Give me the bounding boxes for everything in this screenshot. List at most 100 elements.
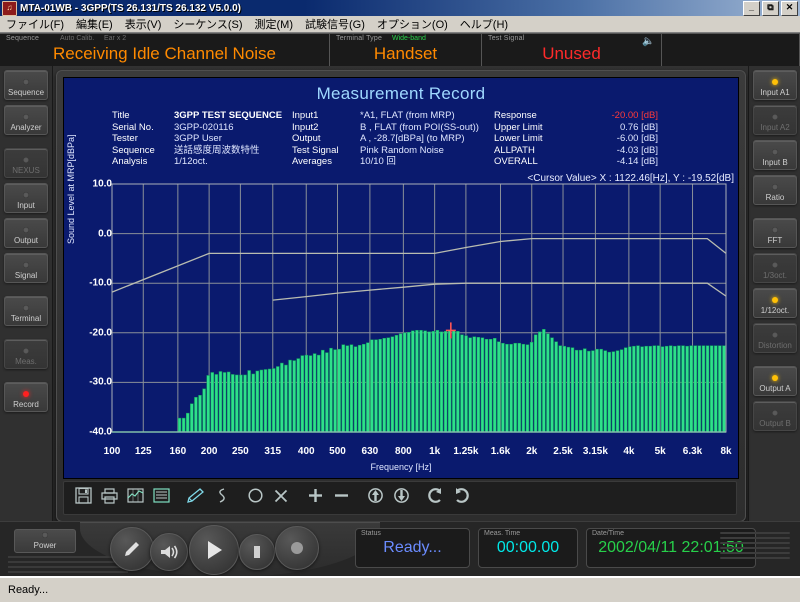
- x-axis-tick-label: 4k: [623, 446, 635, 457]
- bar: [415, 330, 419, 433]
- left-rail-button-terminal[interactable]: Terminal: [4, 296, 48, 326]
- led-indicator-icon: [772, 262, 778, 268]
- bar: [460, 334, 464, 433]
- right-rail-button-distortion[interactable]: Distortion: [753, 323, 797, 353]
- plot-canvas[interactable]: [64, 174, 738, 450]
- left-rail-button-input[interactable]: Input: [4, 183, 48, 213]
- scroll-down-button[interactable]: [390, 486, 412, 510]
- redo-button[interactable]: [450, 486, 472, 510]
- scroll-up-button[interactable]: [364, 486, 386, 510]
- x-axis-tick-label: 800: [395, 446, 412, 457]
- save-button[interactable]: [72, 486, 94, 510]
- print-button[interactable]: [98, 486, 120, 510]
- banner-test-signal[interactable]: Test Signal 🔈 Unused: [482, 34, 662, 67]
- banner-signal-label: Test Signal: [488, 35, 525, 42]
- x-axis-tick-label: 160: [169, 446, 187, 457]
- right-rail-button-input-b[interactable]: Input B: [753, 140, 797, 170]
- undo-button[interactable]: [424, 486, 446, 510]
- rail-separator: [0, 374, 52, 382]
- led-indicator-icon: [23, 114, 29, 120]
- minimize-button[interactable]: _: [743, 1, 760, 16]
- bar: [271, 368, 276, 433]
- right-rail-button-input-a1[interactable]: Input A1: [753, 70, 797, 100]
- button-label: Signal: [14, 271, 38, 280]
- left-rail-button-analyzer[interactable]: Analyzer: [4, 105, 48, 135]
- graph-icon: [126, 487, 144, 509]
- pen-tool-button[interactable]: [184, 486, 206, 510]
- menu-item-4[interactable]: 測定(M): [249, 15, 300, 33]
- mic-icon: [125, 542, 139, 556]
- bar: [398, 333, 403, 433]
- rail-separator: [0, 331, 52, 339]
- delete-marker-button[interactable]: [270, 486, 292, 510]
- left-rail-button-nexus[interactable]: NEXUS: [4, 148, 48, 178]
- bar: [386, 337, 390, 433]
- bar: [570, 347, 575, 433]
- banner-sequence[interactable]: Sequence Auto Calib. Ear x 2 Receiving I…: [0, 34, 330, 67]
- menu-item-7[interactable]: ヘルプ(H): [454, 15, 514, 33]
- button-label: Input B: [762, 158, 788, 167]
- bar: [186, 412, 190, 433]
- led-indicator-icon: [772, 375, 778, 381]
- left-rail-button-record[interactable]: Record: [4, 382, 48, 412]
- bar: [538, 331, 542, 433]
- menu-item-3[interactable]: シーケンス(S): [167, 15, 248, 33]
- led-indicator-icon: [23, 79, 29, 85]
- close-button[interactable]: ✕: [781, 1, 798, 16]
- zoom-in-button[interactable]: [304, 486, 326, 510]
- right-rail-button-fft[interactable]: FFT: [753, 218, 797, 248]
- left-rail-button-output[interactable]: Output: [4, 218, 48, 248]
- bar: [542, 329, 546, 433]
- bar: [181, 417, 186, 433]
- mic-button[interactable]: [110, 527, 154, 571]
- record-button[interactable]: [275, 526, 319, 570]
- record-field-row: Sequence 送話感度周波数特性: [112, 145, 282, 157]
- left-rail-button-signal[interactable]: Signal: [4, 253, 48, 283]
- banner-terminal[interactable]: Terminal Type Wide-band Handset: [330, 34, 482, 67]
- monitor-button[interactable]: [150, 533, 188, 571]
- record-field-key: OVERALL: [494, 156, 538, 167]
- button-label: Meas.: [15, 357, 37, 366]
- record-field-row: Averages 10/10 回: [292, 156, 479, 168]
- right-rail-button-1-12oct[interactable]: 1/12oct.: [753, 288, 797, 318]
- menu-item-5[interactable]: 試験信号(G): [299, 15, 371, 33]
- play-button[interactable]: [189, 525, 239, 575]
- list-view-button[interactable]: [150, 486, 172, 510]
- stop-button[interactable]: [239, 534, 275, 570]
- right-rail-button-output-b[interactable]: Output B: [753, 401, 797, 431]
- bar: [693, 345, 697, 433]
- menu-item-1[interactable]: 編集(E): [70, 15, 119, 33]
- maximize-button[interactable]: ⧉: [762, 1, 779, 16]
- power-button[interactable]: Power: [14, 529, 76, 553]
- right-rail-button-ratio[interactable]: Ratio: [753, 175, 797, 205]
- bar: [308, 355, 313, 433]
- bar: [439, 331, 444, 433]
- graph-view-button[interactable]: [124, 486, 146, 510]
- right-rail-button-input-a2[interactable]: Input A2: [753, 105, 797, 135]
- bar: [607, 351, 612, 433]
- plot-area[interactable]: Sound Level at MRP[dBPa] 10.0 0.0 -10.0 -20…: [64, 134, 738, 474]
- left-rail-button-sequence[interactable]: Sequence: [4, 70, 48, 100]
- left-vent-grill: [8, 556, 128, 578]
- menu-item-2[interactable]: 表示(V): [119, 15, 168, 33]
- bar: [243, 374, 247, 433]
- x-axis-tick-label: 3.15k: [582, 446, 608, 457]
- rail-separator: [749, 358, 800, 366]
- menu-item-0[interactable]: ファイル(F): [0, 15, 70, 33]
- bar: [587, 350, 591, 433]
- button-label: Record: [13, 400, 39, 409]
- zoom-out-button[interactable]: [330, 486, 352, 510]
- circle-marker-button[interactable]: [244, 486, 266, 510]
- window-controls: _ ⧉ ✕: [743, 1, 798, 16]
- right-rail-button-output-a[interactable]: Output A: [753, 366, 797, 396]
- left-rail-button-meas[interactable]: Meas.: [4, 339, 48, 369]
- right-rail-button-1-3oct[interactable]: 1/3oct.: [753, 253, 797, 283]
- record-field-key: Averages: [292, 156, 332, 167]
- bar: [722, 345, 726, 433]
- bar: [378, 339, 382, 433]
- led-indicator-icon: [23, 348, 29, 354]
- x-axis-tick-label: 2k: [526, 446, 538, 457]
- bar: [357, 344, 362, 433]
- curve-tool-button[interactable]: [210, 486, 232, 510]
- menu-item-6[interactable]: オプション(O): [371, 15, 454, 33]
